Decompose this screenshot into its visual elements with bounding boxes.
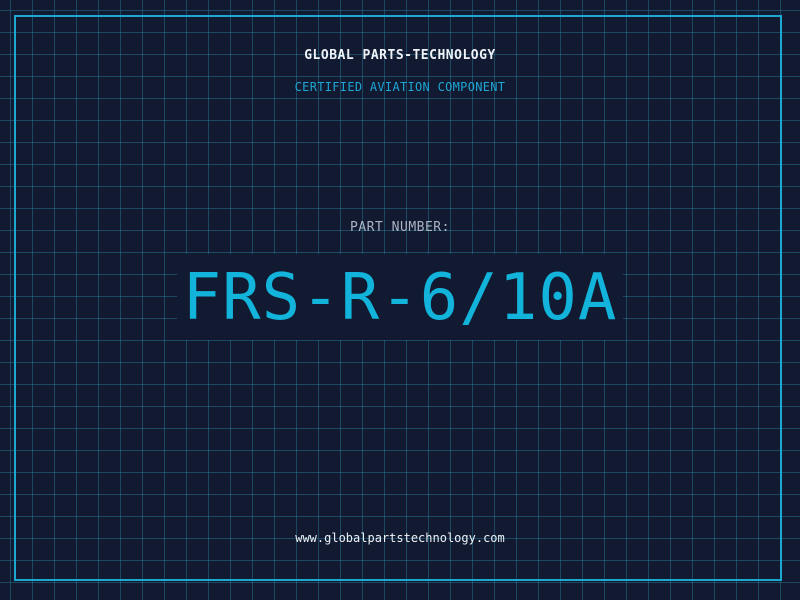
company-name: GLOBAL PARTS-TECHNOLOGY [304,48,496,63]
part-number-value: FRS-R-6/10A [176,254,624,340]
part-number-label: PART NUMBER: [350,220,450,235]
part-label-card: GLOBAL PARTS-TECHNOLOGY CERTIFIED AVIATI… [0,0,800,600]
website-url: www.globalpartstechnology.com [295,531,505,545]
part-number-container: FRS-R-6/10A [0,254,800,340]
certification-subtitle: CERTIFIED AVIATION COMPONENT [294,80,506,94]
